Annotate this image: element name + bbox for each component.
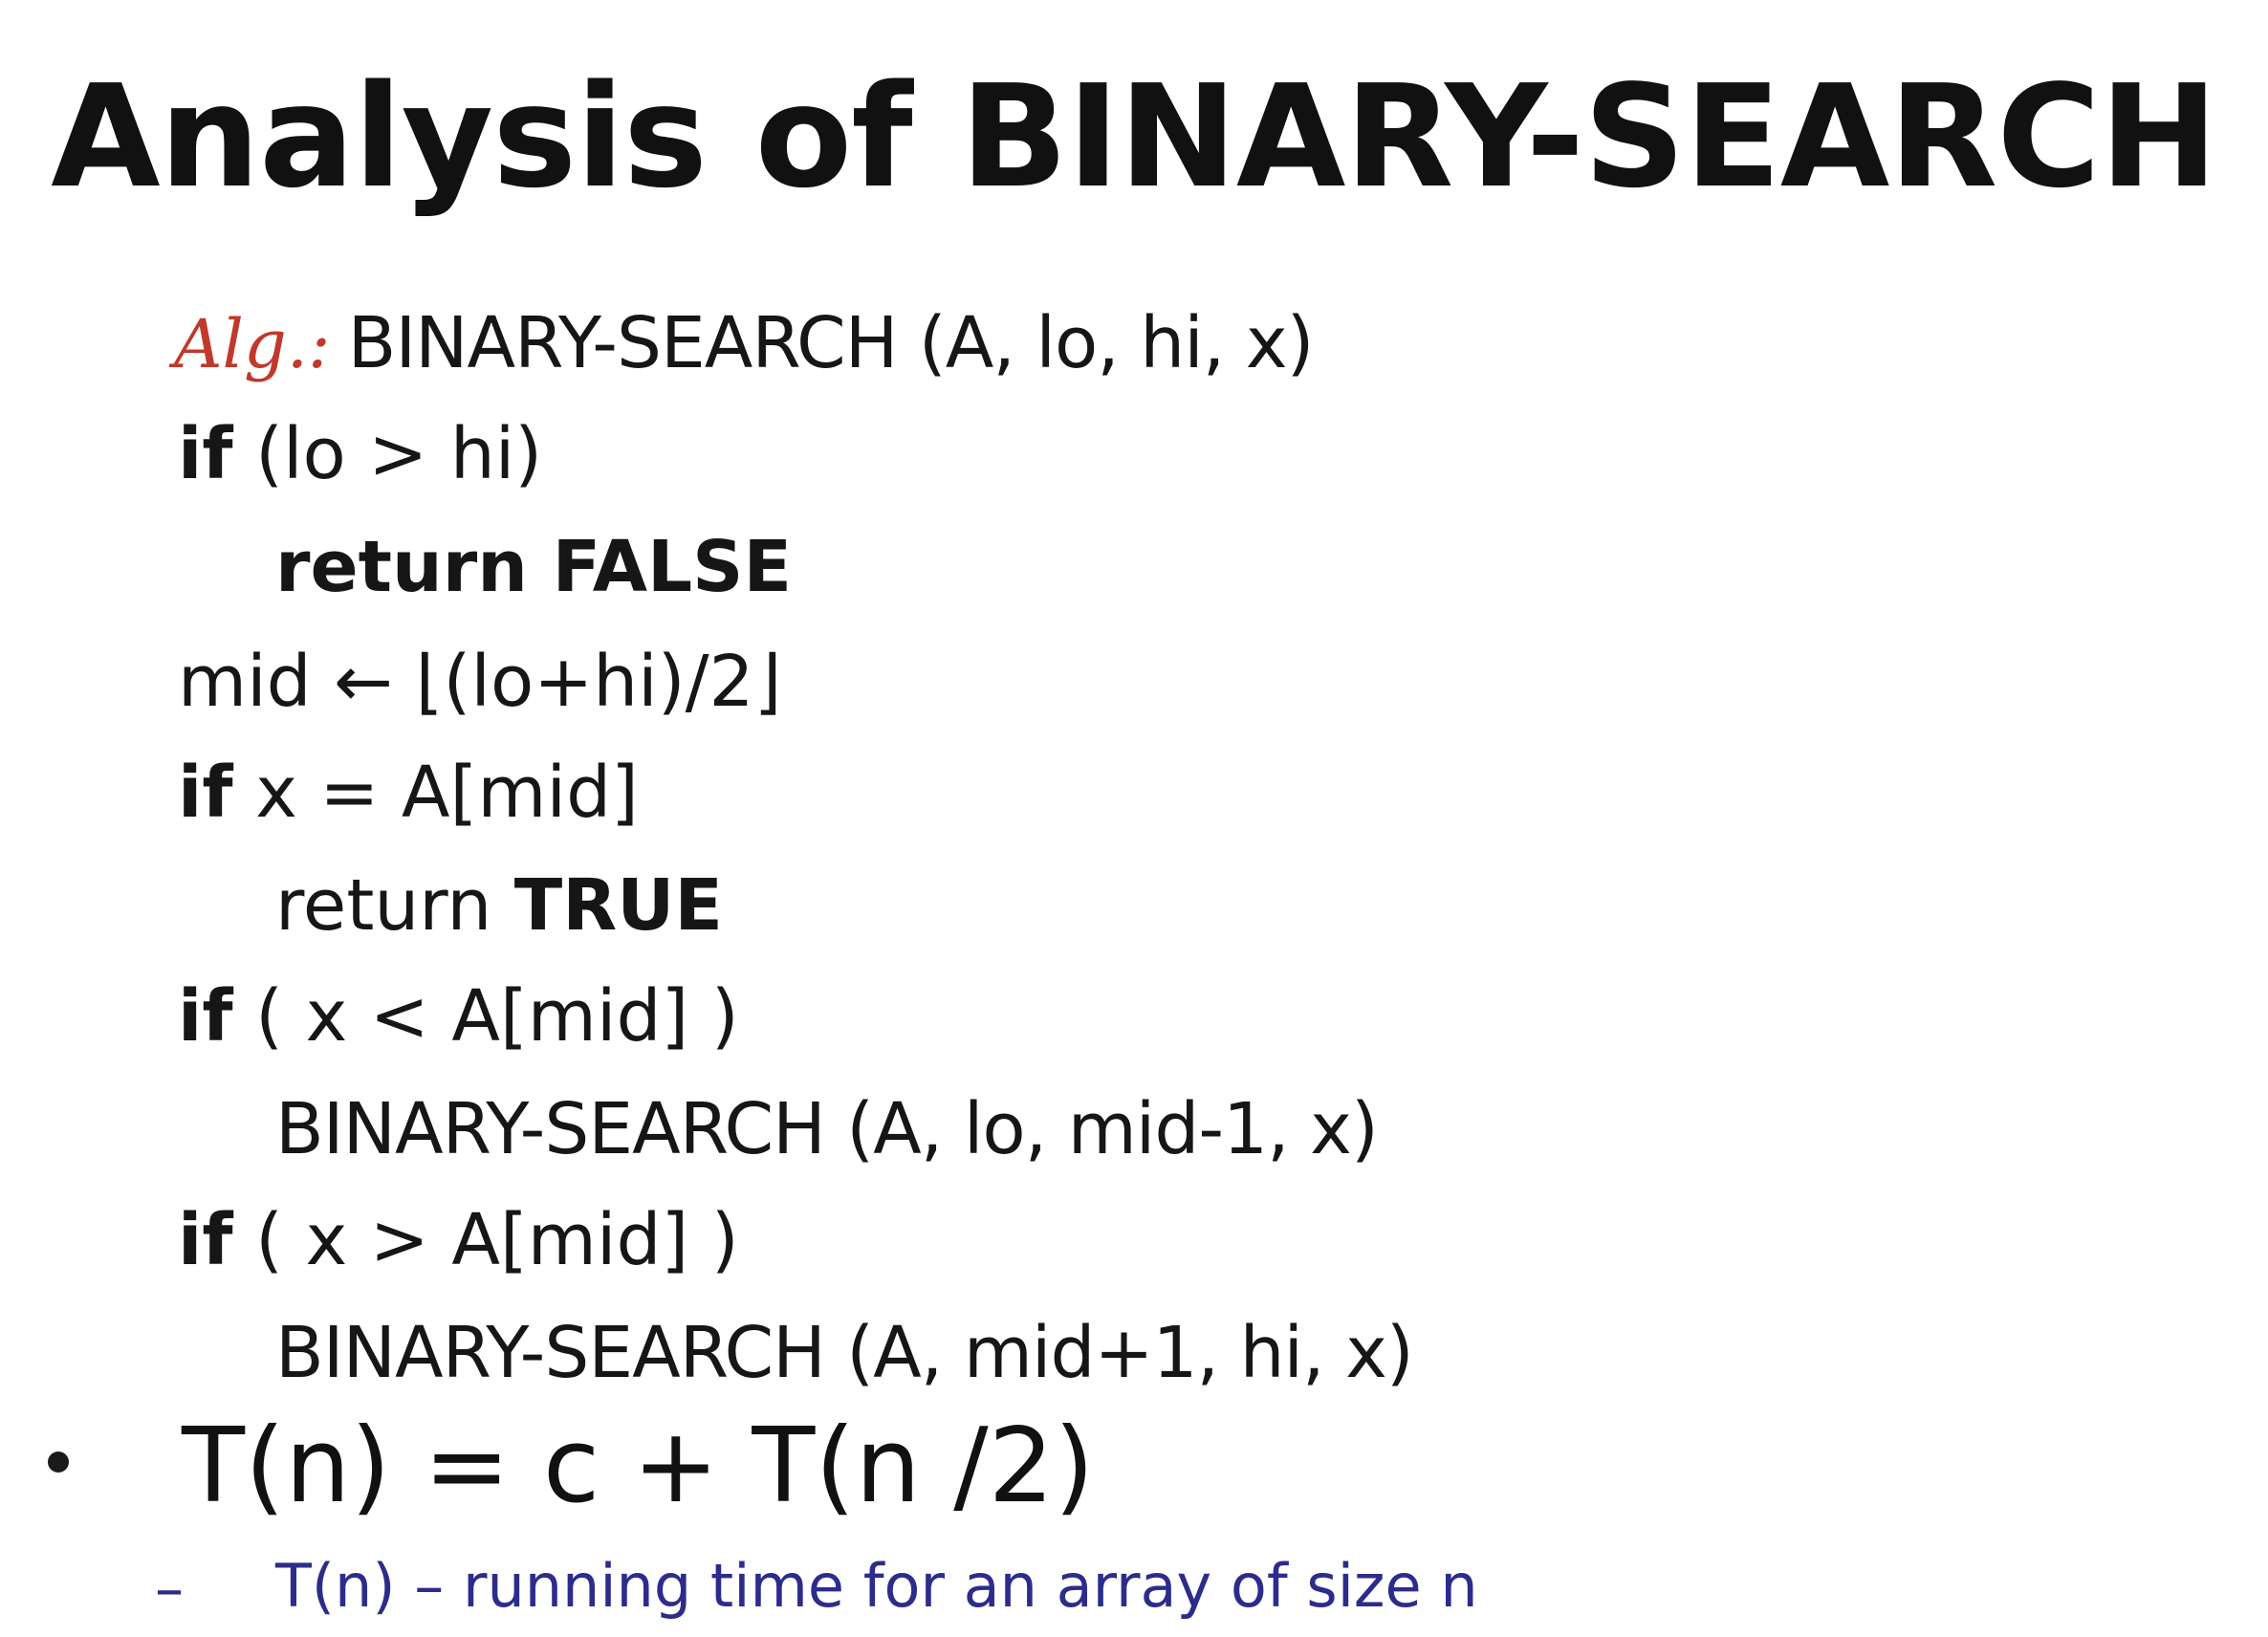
slide: Analysis of BINARY-SEARCH Alg.: BINARY-SE… [0,0,2268,1637]
code-keyword: if [178,975,233,1058]
code-line-3: mid ← ⌊(lo+hi)/2⌋ [178,646,781,717]
code-line-8: if ( x > A[mid] ) [178,1205,739,1276]
code-text: return [275,864,514,947]
algorithm-signature: BINARY-SEARCH (A, lo, hi, x) [347,302,1315,384]
sub-bullet-dash: – [155,1556,184,1623]
code-line-2: return FALSE [275,532,792,602]
code-line-7: BINARY-SEARCH (A, lo, mid-1, x) [275,1094,1379,1165]
code-text: ( x > A[mid] ) [232,1199,739,1281]
code-line-6: if ( x < A[mid] ) [178,981,739,1052]
code-text: (lo > hi) [232,413,543,495]
code-text: BINARY-SEARCH (A, mid+1, hi, x) [275,1312,1414,1394]
bullet-dot-icon [48,1451,69,1473]
code-line-1: if (lo > hi) [178,419,542,490]
code-keyword: if [178,413,233,495]
code-keyword: TRUE [513,864,723,947]
code-line-9: BINARY-SEARCH (A, mid+1, hi, x) [275,1318,1414,1388]
code-text: mid ← ⌊(lo+hi)/2⌋ [178,641,782,723]
recurrence-note: T(n) – running time for an array of size… [275,1551,1478,1621]
code-keyword: if [178,1199,233,1281]
code-keyword: if [178,752,233,834]
code-line-5: return TRUE [275,870,723,941]
code-text: x = A[mid] [232,752,639,834]
code-text: ( x < A[mid] ) [232,975,739,1058]
algorithm-label: Alg.: [174,305,331,383]
code-keyword: return FALSE [275,526,793,608]
algorithm-signature-line: Alg.: BINARY-SEARCH (A, lo, hi, x) [174,308,1314,379]
slide-title: Analysis of BINARY-SEARCH [51,55,2218,219]
code-text: BINARY-SEARCH (A, lo, mid-1, x) [275,1088,1379,1170]
recurrence-equation: T(n) = c + T(n /2) [182,1407,1095,1526]
code-line-4: if x = A[mid] [178,757,639,828]
